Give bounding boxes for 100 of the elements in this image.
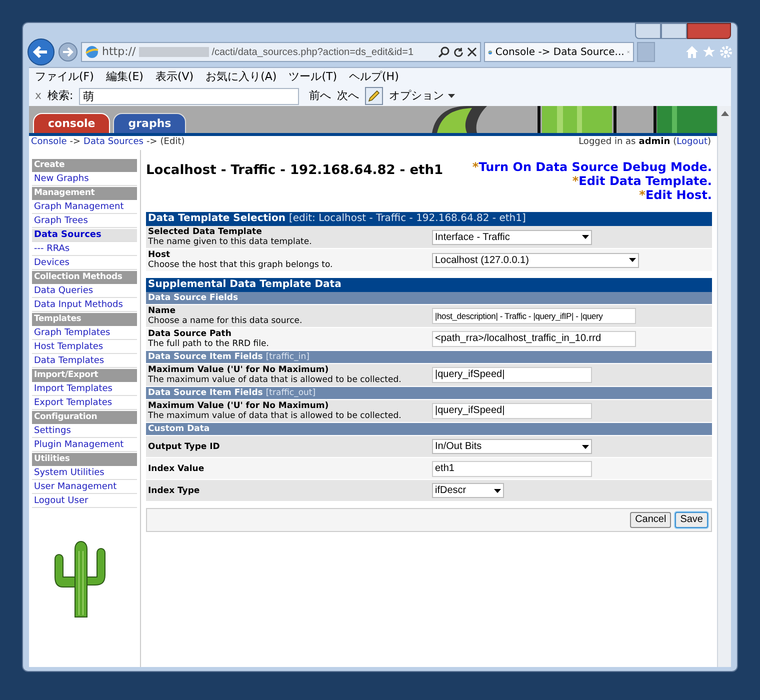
find-input[interactable]: 萌 bbox=[79, 88, 300, 104]
breadcrumb-separator: -> bbox=[146, 136, 158, 150]
sidebar-link[interactable]: Graph Templates bbox=[32, 327, 137, 340]
scrollbar[interactable] bbox=[717, 106, 731, 667]
sidebar-link[interactable]: Data Templates bbox=[32, 355, 137, 368]
blurred-url-segment bbox=[138, 47, 209, 57]
input-field[interactable]: <path_rra>/localhost_traffic_in_10.rrd bbox=[432, 331, 636, 347]
field-label: Maximum Value ('U' for No Maximum) bbox=[148, 365, 330, 375]
options-button[interactable]: オプション bbox=[389, 88, 456, 104]
dropdown[interactable]: ifDescr bbox=[432, 483, 504, 498]
minimize-button[interactable] bbox=[635, 23, 661, 39]
field-description: The name given to this data template. bbox=[148, 237, 313, 247]
menu-section-header: Import/Export bbox=[32, 369, 137, 382]
sidebar-link[interactable]: Import Templates bbox=[32, 383, 137, 396]
url-text: http:// bbox=[102, 44, 136, 60]
sidebar-link[interactable]: Graph Management bbox=[32, 201, 137, 214]
menu-item[interactable]: 表示(V) bbox=[155, 68, 194, 86]
field-label: Index Type bbox=[148, 486, 201, 496]
dropdown[interactable]: In/Out Bits bbox=[432, 439, 592, 454]
input-field[interactable]: eth1 bbox=[432, 460, 592, 476]
field-label: Data Source Path bbox=[148, 329, 232, 339]
dropdown-arrow-icon bbox=[448, 94, 456, 98]
field-label: Name bbox=[148, 306, 176, 316]
sidebar-link[interactable]: Data Sources bbox=[32, 229, 137, 242]
field-label: Selected Data Template bbox=[148, 227, 263, 237]
sidebar-link[interactable]: Data Input Methods bbox=[32, 299, 137, 312]
field-label: Index Value bbox=[148, 464, 206, 474]
field-description: The maximum value of data that is allowed to be collected. bbox=[148, 411, 402, 421]
action-link[interactable]: *Turn On Data Source Debug Mode. bbox=[472, 160, 712, 174]
sidebar-link[interactable]: Data Queries bbox=[32, 285, 137, 298]
refresh-icon[interactable] bbox=[453, 46, 464, 58]
sidebar-link[interactable]: Settings bbox=[32, 425, 137, 438]
action-link[interactable]: *Edit Data Template. bbox=[572, 174, 712, 188]
menu-section-header: Management bbox=[32, 187, 137, 200]
breadcrumb-text: (Edit) bbox=[160, 136, 185, 150]
dropdown[interactable]: Localhost (127.0.0.1) bbox=[432, 252, 639, 268]
menu-item[interactable]: ファイル(F) bbox=[35, 68, 94, 86]
settings-icon[interactable] bbox=[719, 45, 733, 59]
sidebar-link[interactable]: Plugin Management bbox=[32, 439, 137, 452]
sidebar-link[interactable]: User Management bbox=[32, 481, 137, 494]
globe-icon bbox=[85, 45, 99, 59]
breadcrumb-link[interactable]: Data Sources bbox=[84, 136, 144, 150]
menu-item[interactable]: お気に入り(A) bbox=[206, 68, 277, 86]
menu-section-header: Configuration bbox=[32, 411, 137, 424]
subsection-header: Custom Data bbox=[146, 423, 712, 436]
dropdown-arrow-icon bbox=[494, 488, 501, 492]
find-label: 検索: bbox=[48, 88, 74, 104]
field-description: Choose the host that this graph belongs to. bbox=[148, 260, 334, 270]
sidebar-link[interactable]: Devices bbox=[32, 257, 137, 270]
field-label: Output Type ID bbox=[148, 442, 221, 452]
subsection-header: Data Source Item Fields [traffic_out] bbox=[146, 387, 712, 400]
input-field[interactable]: |host_description| - Traffic - |query_ifIP| - |query bbox=[432, 308, 636, 324]
dropdown-arrow-icon bbox=[582, 444, 589, 448]
save-button[interactable]: Save bbox=[675, 512, 708, 528]
page-title: Localhost - Traffic - 192.168.64.82 - eth1 bbox=[146, 162, 444, 180]
close-find-button[interactable]: x bbox=[35, 88, 42, 104]
subsection-header: Data Source Item Fields [traffic_in] bbox=[146, 351, 712, 364]
dropdown-arrow-icon bbox=[582, 235, 589, 239]
field-description: The maximum value of data that is allowed to be collected. bbox=[148, 375, 402, 385]
forward-icon[interactable] bbox=[58, 42, 78, 62]
scroll-up-icon[interactable] bbox=[720, 110, 728, 116]
sidebar-link[interactable]: New Graphs bbox=[32, 173, 137, 186]
sidebar-link[interactable]: Export Templates bbox=[32, 397, 137, 410]
nav-tab[interactable]: console bbox=[33, 113, 110, 133]
field-label: Host bbox=[148, 250, 172, 260]
action-link[interactable]: *Edit Host. bbox=[639, 188, 712, 202]
home-icon[interactable] bbox=[685, 45, 699, 59]
menu-item[interactable]: ツール(T) bbox=[288, 68, 337, 86]
nav-tab[interactable]: graphs bbox=[113, 113, 186, 133]
search-icon[interactable] bbox=[438, 46, 450, 58]
url-text: /cacti/data_sources.php?action=ds_edit&id=1 bbox=[212, 46, 414, 60]
previous-button[interactable]: 前へ bbox=[309, 88, 332, 104]
browser-tab[interactable]: Console -> Data Source... bbox=[484, 42, 634, 62]
back-icon[interactable] bbox=[27, 38, 55, 66]
sidebar-link[interactable]: Host Templates bbox=[32, 341, 137, 354]
sidebar-link[interactable]: System Utilities bbox=[32, 467, 137, 480]
sidebar-link[interactable]: Graph Trees bbox=[32, 215, 137, 228]
sidebar-link[interactable]: Logout User bbox=[32, 495, 137, 508]
input-field[interactable]: |query_ifSpeed| bbox=[432, 403, 592, 419]
menu-section-header: Utilities bbox=[32, 453, 137, 466]
login-text: Logged in as bbox=[578, 136, 636, 150]
menu-section-header: Create bbox=[32, 159, 137, 172]
cancel-button[interactable]: Cancel bbox=[630, 512, 672, 528]
maximize-button[interactable] bbox=[661, 23, 687, 39]
input-field[interactable]: |query_ifSpeed| bbox=[432, 367, 592, 383]
menu-item[interactable]: 編集(E) bbox=[106, 68, 144, 86]
close-button[interactable] bbox=[687, 23, 731, 39]
breadcrumb-separator: -> bbox=[70, 136, 81, 150]
close-icon[interactable] bbox=[467, 47, 477, 57]
section-header: Supplemental Data Template Data bbox=[146, 278, 712, 292]
user-name: admin bbox=[638, 136, 670, 150]
star-icon[interactable] bbox=[702, 45, 716, 59]
breadcrumb-link[interactable]: Console bbox=[31, 136, 67, 150]
sidebar-link[interactable]: --- RRAs bbox=[32, 243, 137, 256]
next-button[interactable]: 次へ bbox=[337, 88, 360, 104]
dropdown[interactable]: Interface - Traffic bbox=[432, 230, 592, 244]
pencil-icon[interactable] bbox=[365, 87, 384, 105]
logout-link[interactable]: (Logout) bbox=[673, 136, 711, 150]
menu-item[interactable]: ヘルプ(H) bbox=[349, 68, 399, 86]
address-bar[interactable]: http:// /cacti/data_sources.php?action=ds_edit&id=1 bbox=[81, 42, 481, 62]
